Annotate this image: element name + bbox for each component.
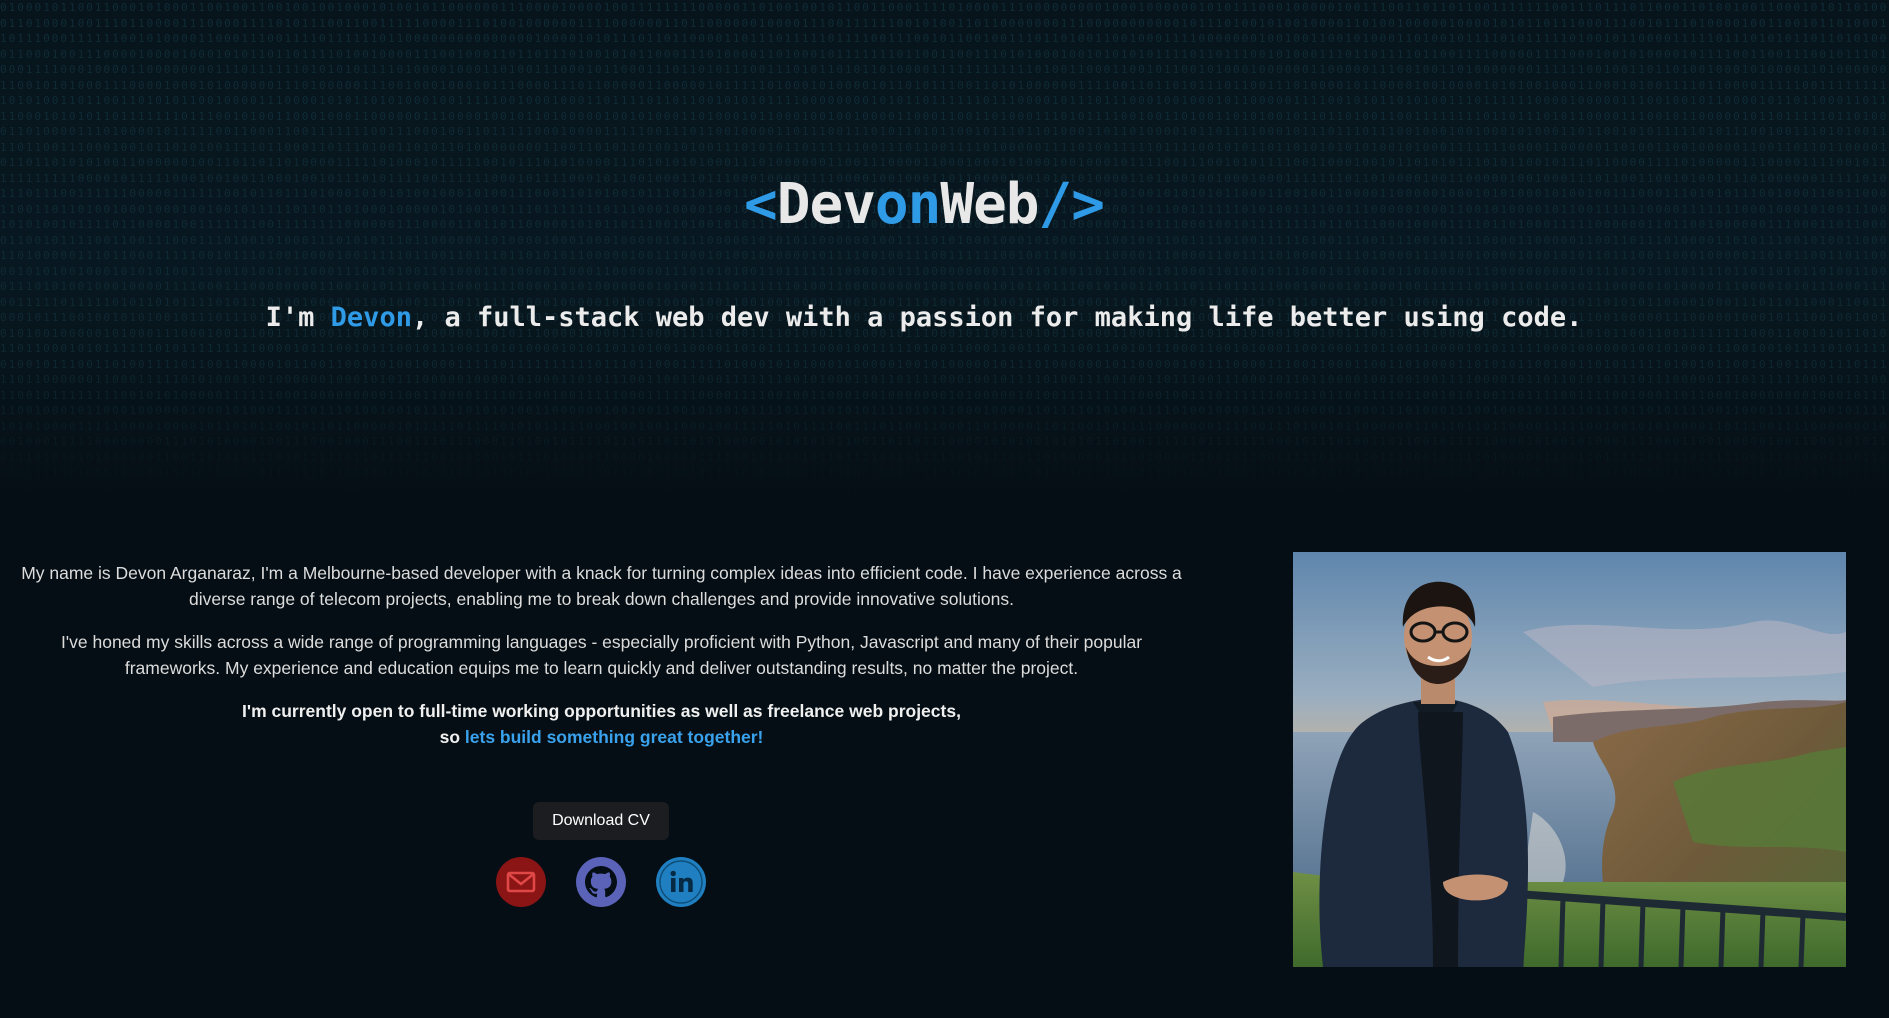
github-icon: [576, 857, 626, 907]
email-link[interactable]: [496, 857, 546, 907]
tagline: I'm Devon, a full-stack web dev with a p…: [0, 302, 1848, 333]
profile-photo: [1293, 552, 1846, 967]
logo-dev: Dev: [776, 172, 876, 237]
about-section: My name is Devon Arganaraz, I'm a Melbou…: [0, 560, 1203, 767]
contact-link[interactable]: lets build something great together!: [465, 727, 764, 747]
linkedin-icon: [656, 857, 706, 907]
profile-photo-image: [1293, 552, 1846, 967]
about-paragraph-1: My name is Devon Arganaraz, I'm a Melbou…: [21, 563, 1182, 609]
cta-prefix: so: [439, 727, 465, 747]
tagline-name: Devon: [330, 302, 412, 333]
github-link[interactable]: [576, 857, 626, 907]
email-icon: [496, 857, 546, 907]
about-paragraph-2: I've honed my skills across a wide range…: [60, 632, 1143, 678]
download-cv-button[interactable]: Download CV: [533, 802, 669, 840]
logo-close-bracket: />: [1038, 172, 1105, 237]
logo-open-bracket: <: [744, 172, 778, 237]
linkedin-link[interactable]: [656, 857, 706, 907]
logo-on: on: [874, 172, 941, 237]
availability-text: I'm currently open to full-time working …: [0, 698, 1203, 750]
site-logo: <DevonWeb/>: [0, 172, 1848, 237]
binary-background: 0100010110011000101000110010011001001001…: [0, 1, 1889, 500]
tagline-prefix: I'm: [265, 302, 331, 333]
availability-line: I'm currently open to full-time working …: [242, 701, 961, 721]
tagline-suffix: , a full-stack web dev with a passion fo…: [411, 302, 1583, 333]
hero-section: 0100010110011000101000110010011001001001…: [0, 0, 1889, 500]
logo-web: Web: [940, 172, 1039, 237]
